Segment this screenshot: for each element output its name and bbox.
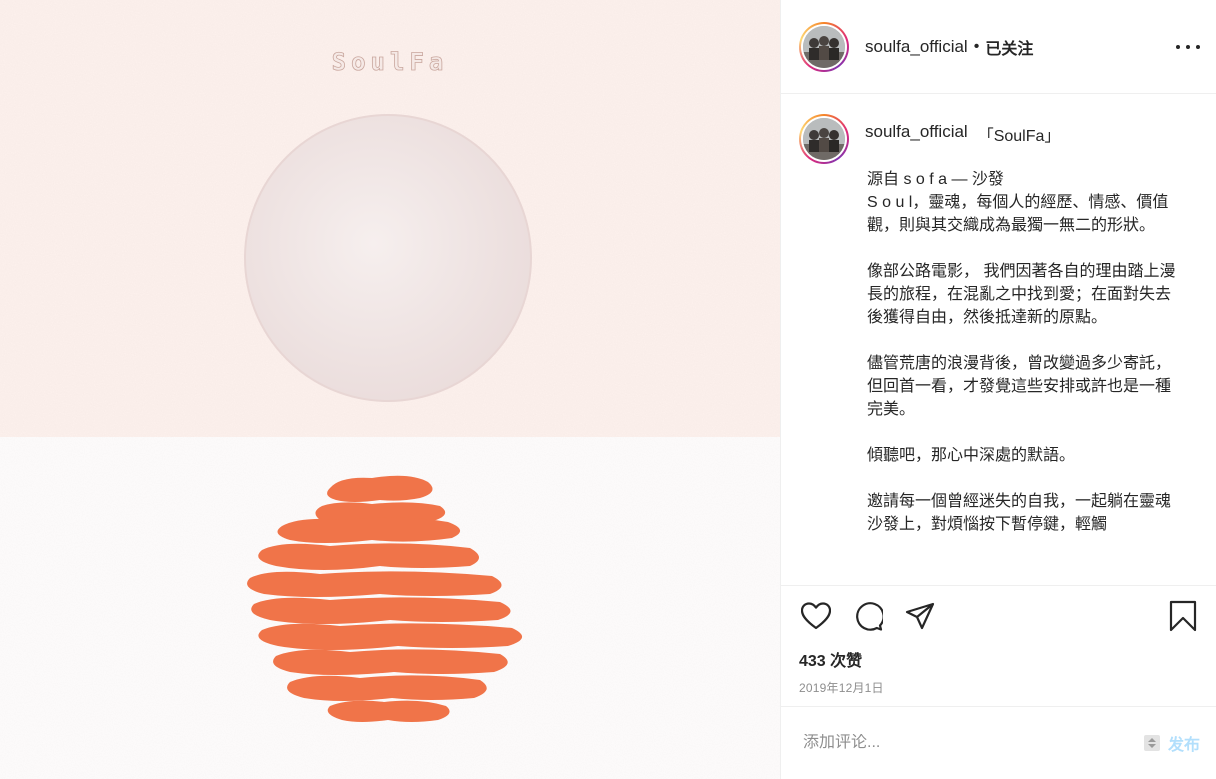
caption-paragraph: 像部公路電影， 我們因著各自的理由踏上漫長的旅程，在混亂之中找到愛；在面對失去後… [867,263,1176,326]
post-image[interactable]: SoulFa [0,0,780,779]
post-comment-button[interactable]: 发布 [1168,731,1200,755]
post-header: soulfa_official • 已关注 [781,0,1216,94]
instagram-post: SoulFa soulfa_official • 已关注 soulfa_offi… [0,0,1216,779]
separator-dot: • [973,37,980,55]
post-date[interactable]: 2019年12月1日 [799,679,884,696]
caption-text: 源自 s o f a — 沙發 S o u l，靈魂，每個人的經歷、情感、價值觀… [867,168,1185,536]
caption-header: soulfa_official 「SoulFa」 [799,114,1200,164]
bookmark-icon[interactable] [1166,599,1200,633]
heart-icon[interactable] [799,599,833,633]
header-username[interactable]: soulfa_official [865,37,968,57]
comment-bar: 发布 [781,706,1216,779]
more-horizontal-icon[interactable] [1176,35,1200,59]
caption-paragraph: 儘管荒唐的浪漫背後，曾改變過多少寄託，但回首一看，才發覺這些安排或許也是一種完美… [867,355,1172,418]
caption-paragraph: 源自 s o f a — 沙發 S o u l，靈魂，每個人的經歷、情感、價值觀… [867,171,1169,234]
caption-paragraph: 傾聽吧，那心中深處的默語。 [867,447,1076,464]
album-artwork: SoulFa [0,0,780,779]
caption-avatar[interactable] [799,114,849,164]
moon [244,114,532,402]
comment-input[interactable] [803,734,1142,752]
resize-handle-icon [1142,733,1162,753]
share-icon[interactable] [903,599,937,633]
caption-paragraph: 邀請每一個曾經迷失的自我，一起躺在靈魂沙發上，對煩惱按下暫停鍵，輕觸 [867,493,1172,533]
comment-icon[interactable] [851,599,885,633]
like-count[interactable]: 433 次赞 [799,647,862,671]
caption-title: 「SoulFa」 [977,128,1061,145]
post-sidebar: soulfa_official • 已关注 soulfa_official 「S… [780,0,1216,779]
group-photo-icon [803,25,845,68]
follow-status-button[interactable]: 已关注 [985,35,1033,59]
group-photo-icon [803,118,845,160]
caption-area[interactable]: soulfa_official 「SoulFa」 源自 s o f a — 沙發… [781,94,1216,584]
caption-username[interactable]: soulfa_official [865,122,968,142]
logo-text: SoulFa [332,48,449,76]
avatar[interactable] [799,21,849,72]
action-bar [781,585,1216,645]
